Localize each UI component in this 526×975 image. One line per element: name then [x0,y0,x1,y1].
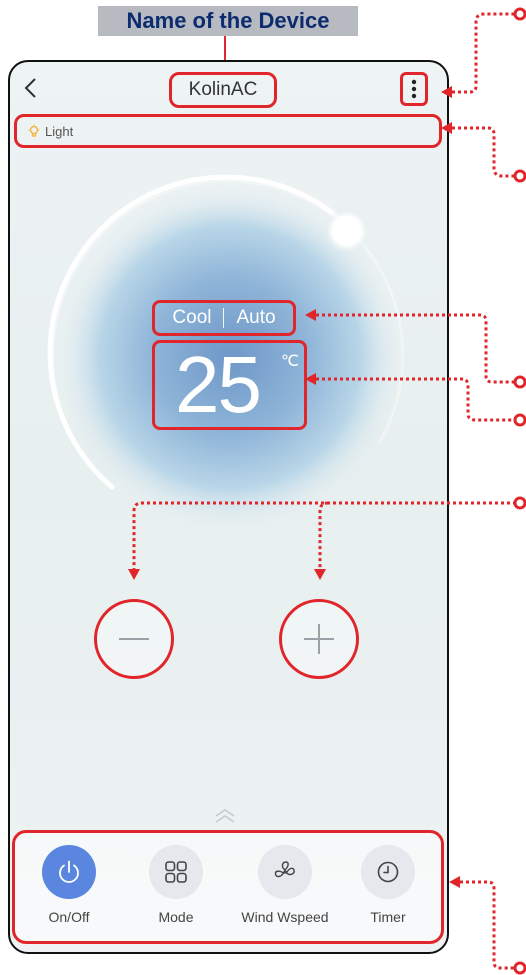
timer-label: Timer [370,909,406,925]
temperature-value: 25 [175,340,262,429]
more-options-button[interactable] [400,72,428,106]
timer-circle [361,845,415,899]
timer-button[interactable]: Timer [338,845,438,925]
mode-indicator: Cool Auto [152,300,296,336]
clock-icon [377,861,399,883]
power-icon [59,860,79,883]
phone-screen: KolinAC Light Cool Auto 25 ℃ On/Off Mode… [8,60,449,954]
mode-button[interactable]: Mode [126,845,226,925]
device-name-caption: Name of the Device [98,6,358,36]
wind-speed-circle [258,845,312,899]
bulb-icon [28,124,40,137]
temperature-unit: ℃ [281,353,299,370]
fan-label: Auto [236,307,276,328]
on-off-circle [42,845,96,899]
minus-icon [119,638,149,640]
double-chevron-up-icon[interactable] [213,807,237,825]
mode-divider [223,308,225,328]
mode-circle [149,845,203,899]
temperature-display: 25 ℃ [152,340,307,430]
wind-speed-button[interactable]: Wind Wspeed [235,845,335,925]
chevron-left-icon[interactable] [20,76,44,100]
fan-icon [274,861,295,878]
decrease-temp-button[interactable] [94,599,174,679]
grid-icon [165,861,187,883]
light-toggle[interactable]: Light [14,114,442,148]
bottom-control-bar: On/Off Mode Wind Wspeed Timer [12,830,444,944]
light-label: Light [45,123,74,139]
mode-button-label: Mode [158,909,194,925]
increase-temp-button[interactable] [279,599,359,679]
mode-label: Cool [172,307,212,328]
on-off-button[interactable]: On/Off [19,845,119,925]
wind-speed-label: Wind Wspeed [241,909,329,925]
vertical-dots-icon [411,79,417,99]
plus-icon [304,624,334,654]
device-title: KolinAC [169,72,277,108]
on-off-label: On/Off [48,909,90,925]
